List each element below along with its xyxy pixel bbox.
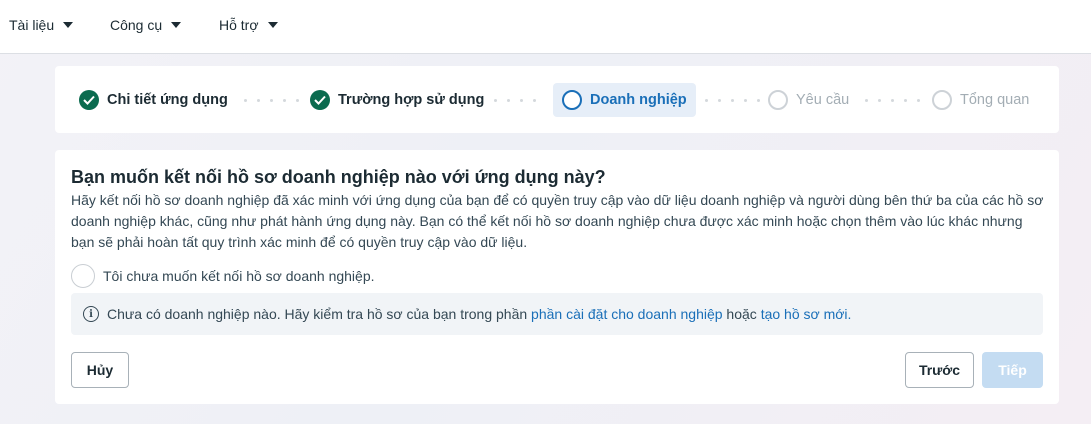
business-settings-link[interactable]: phần cài đặt cho doanh nghiệp: [531, 306, 723, 322]
step-connector: [244, 99, 299, 102]
nav-docs-menu[interactable]: Tài liệu: [9, 17, 74, 33]
step-label: Chi tiết ứng dụng: [107, 92, 228, 108]
step-connector: [494, 99, 536, 102]
circle-icon: [562, 90, 582, 110]
info-text: Chưa có doanh nghiệp nào. Hãy kiểm tra h…: [107, 306, 532, 322]
check-circle-icon: [79, 90, 99, 110]
circle-icon: [932, 90, 952, 110]
radio-button[interactable]: [71, 264, 95, 288]
step-use-case[interactable]: Trường hợp sử dụng: [310, 83, 484, 117]
info-banner: i Chưa có doanh nghiệp nào. Hãy kiểm tra…: [71, 293, 1043, 335]
business-connect-panel: Bạn muốn kết nối hồ sơ doanh nghiệp nào …: [55, 150, 1059, 404]
caret-down-icon: [171, 22, 182, 28]
caret-down-icon: [63, 22, 74, 28]
next-button[interactable]: Tiếp: [982, 352, 1043, 388]
no-connect-option[interactable]: Tôi chưa muốn kết nối hồ sơ doanh nghiệp…: [71, 264, 375, 288]
create-profile-link[interactable]: tạo hồ sơ mới.: [761, 306, 852, 322]
cancel-button[interactable]: Hủy: [71, 352, 129, 388]
step-connector: [705, 99, 760, 102]
page-description: Hãy kết nối hồ sơ doanh nghiệp đã xác mi…: [71, 192, 1044, 250]
step-label: Yêu cầu: [796, 92, 850, 108]
nav-tools-menu[interactable]: Công cụ: [110, 17, 182, 33]
info-text-middle: hoặc: [722, 306, 761, 322]
check-circle-icon: [310, 90, 330, 110]
step-label: Doanh nghiệp: [590, 92, 687, 108]
radio-label: Tôi chưa muốn kết nối hồ sơ doanh nghiệp…: [103, 268, 375, 284]
nav-support-menu[interactable]: Hỗ trợ: [219, 17, 278, 33]
nav-support-label: Hỗ trợ: [219, 17, 259, 33]
info-icon: i: [83, 306, 99, 322]
step-label: Tổng quan: [960, 92, 1030, 108]
step-connector: [865, 99, 920, 102]
page-title: Bạn muốn kết nối hồ sơ doanh nghiệp nào …: [71, 167, 606, 187]
step-app-details[interactable]: Chi tiết ứng dụng: [79, 83, 228, 117]
step-requirements[interactable]: Yêu cầu: [768, 83, 849, 117]
previous-button[interactable]: Trước: [905, 352, 974, 388]
circle-icon: [768, 90, 788, 110]
nav-docs-label: Tài liệu: [9, 17, 55, 33]
top-nav-bar: Tài liệu Công cụ Hỗ trợ: [0, 0, 1091, 54]
nav-tools-label: Công cụ: [110, 17, 163, 33]
progress-stepper: Chi tiết ứng dụng Trường hợp sử dụng Doa…: [55, 66, 1059, 133]
caret-down-icon: [267, 22, 278, 28]
step-business[interactable]: Doanh nghiệp: [553, 83, 696, 117]
step-overview[interactable]: Tổng quan: [932, 83, 1029, 117]
step-label: Trường hợp sử dụng: [338, 92, 485, 108]
